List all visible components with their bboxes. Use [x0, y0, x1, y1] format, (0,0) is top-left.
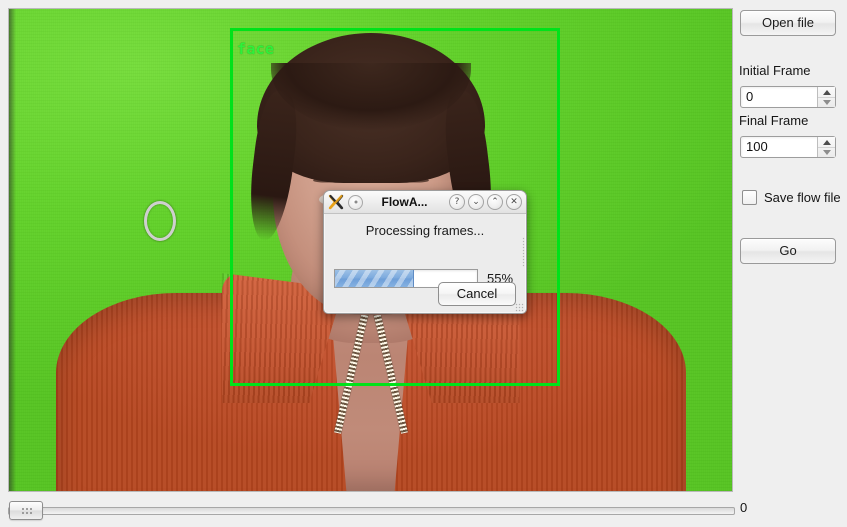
cancel-button[interactable]: Cancel [438, 282, 516, 306]
save-flow-file-label: Save flow file [764, 190, 841, 205]
help-icon[interactable]: ? [449, 194, 465, 210]
application-window: face 0 Open file Initial Frame 0 Final F… [0, 0, 847, 527]
final-frame-stepper[interactable] [817, 137, 835, 157]
initial-frame-stepper[interactable] [817, 87, 835, 107]
progress-bar-fill [335, 270, 415, 287]
final-frame-label: Final Frame [739, 113, 809, 128]
checkbox-unchecked-icon[interactable] [742, 190, 757, 205]
dialog-title: FlowA... [381, 195, 428, 209]
minimize-icon[interactable]: ⌄ [468, 194, 484, 210]
dialog-side-grip-icon[interactable] [522, 237, 525, 267]
frame-slider[interactable] [8, 500, 735, 520]
maximize-icon[interactable]: ⌃ [487, 194, 503, 210]
final-frame-value[interactable]: 100 [746, 137, 768, 157]
frame-slider-handle[interactable] [9, 501, 43, 520]
resize-grip-icon[interactable] [515, 303, 524, 312]
initial-frame-spinner[interactable]: 0 [740, 86, 836, 108]
controls-side-panel: Open file Initial Frame 0 Final Frame 10… [737, 0, 847, 527]
dialog-body: Processing frames... 55% Cancel [324, 214, 526, 313]
x-logo-icon [328, 194, 344, 210]
go-button[interactable]: Go [740, 238, 836, 264]
save-flow-file-row[interactable]: Save flow file [742, 190, 841, 205]
dialog-titlebar[interactable]: FlowA... ? ⌄ ⌃ ✕ [324, 191, 526, 214]
close-icon[interactable]: ✕ [506, 194, 522, 210]
final-frame-spinner[interactable]: 100 [740, 136, 836, 158]
dialog-status-text: Processing frames... [365, 223, 485, 238]
window-menu-icon[interactable] [348, 194, 363, 210]
triangle-down-icon[interactable] [818, 97, 835, 107]
progress-dialog[interactable]: FlowA... ? ⌄ ⌃ ✕ Processing frames... 55… [323, 190, 527, 314]
frame-slider-track[interactable] [8, 507, 735, 515]
face-bounding-box-label: face [237, 40, 275, 58]
triangle-down-icon[interactable] [818, 147, 835, 157]
frame-left-edge-shadow [9, 9, 16, 491]
initial-frame-label: Initial Frame [739, 63, 811, 78]
open-file-button[interactable]: Open file [740, 10, 836, 36]
initial-frame-value[interactable]: 0 [746, 87, 753, 107]
earring [143, 201, 176, 241]
